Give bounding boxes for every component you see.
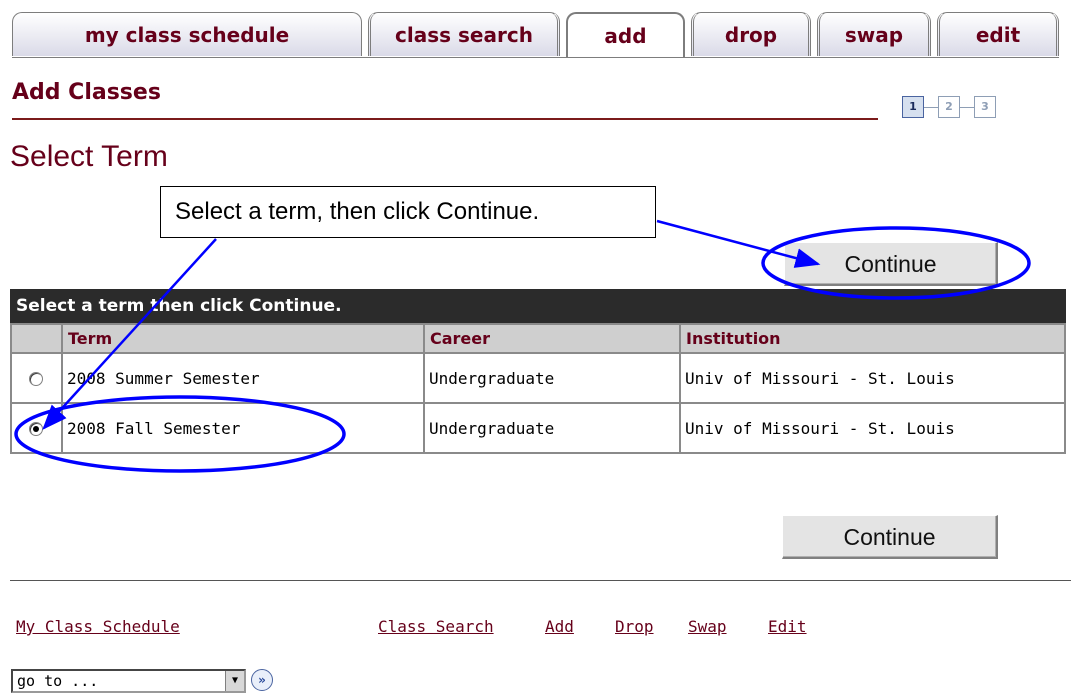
table-header-row: Term Career Institution [10, 323, 1066, 354]
footer-link-my-class-schedule[interactable]: My Class Schedule [16, 617, 180, 636]
institution-cell: Univ of Missouri - St. Louis [679, 402, 1066, 454]
tab-bar: my class schedule class search add drop … [12, 12, 1059, 58]
radio-cell [10, 352, 63, 404]
step-3: 3 [974, 96, 996, 118]
term-cell: 2008 Summer Semester [61, 352, 425, 404]
header-term: Term [61, 323, 425, 354]
footer-divider [10, 580, 1071, 581]
header-institution: Institution [679, 323, 1066, 354]
tab-swap[interactable]: swap [817, 12, 931, 56]
tab-drop[interactable]: drop [691, 12, 811, 56]
continue-button-top[interactable]: Continue [784, 242, 998, 286]
tab-class-search[interactable]: class search [368, 12, 560, 56]
tab-my-class-schedule[interactable]: my class schedule [12, 12, 362, 56]
tab-add[interactable]: add [566, 12, 685, 58]
term-cell: 2008 Fall Semester [61, 402, 425, 454]
continue-button-bottom[interactable]: Continue [782, 515, 998, 559]
step-2: 2 [938, 96, 960, 118]
goto-select-value: go to ... [17, 672, 99, 690]
career-cell: Undergraduate [423, 402, 681, 454]
chevron-down-icon[interactable]: ▼ [225, 671, 244, 691]
page-title: Add Classes [12, 80, 161, 105]
instruction-callout: Select a term, then click Continue. [160, 186, 656, 238]
tab-baseline [12, 57, 1059, 58]
tab-edit[interactable]: edit [937, 12, 1059, 56]
footer-link-edit[interactable]: Edit [768, 617, 807, 636]
term-radio-summer[interactable] [29, 372, 43, 386]
step-connector [924, 107, 938, 108]
radio-cell [10, 402, 63, 454]
double-chevron-right-icon[interactable]: » [251, 669, 273, 691]
step-1: 1 [902, 96, 924, 118]
title-divider [12, 118, 878, 120]
table-row: 2008 Fall Semester Undergraduate Univ of… [10, 402, 1066, 454]
footer-link-class-search[interactable]: Class Search [378, 617, 494, 636]
institution-cell: Univ of Missouri - St. Louis [679, 352, 1066, 404]
footer-link-drop[interactable]: Drop [615, 617, 654, 636]
header-career: Career [423, 323, 681, 354]
header-select [10, 323, 63, 354]
table-caption: Select a term then click Continue. [10, 289, 1066, 323]
term-radio-fall[interactable] [29, 422, 43, 436]
term-table: Select a term then click Continue. Term … [10, 289, 1066, 454]
career-cell: Undergraduate [423, 352, 681, 404]
footer-link-swap[interactable]: Swap [688, 617, 727, 636]
step-connector [960, 107, 974, 108]
footer-link-add[interactable]: Add [545, 617, 574, 636]
table-row: 2008 Summer Semester Undergraduate Univ … [10, 352, 1066, 404]
goto-select[interactable]: go to ... ▼ [11, 669, 246, 693]
section-title: Select Term [10, 140, 168, 173]
step-indicator: 1 2 3 [900, 96, 1071, 122]
